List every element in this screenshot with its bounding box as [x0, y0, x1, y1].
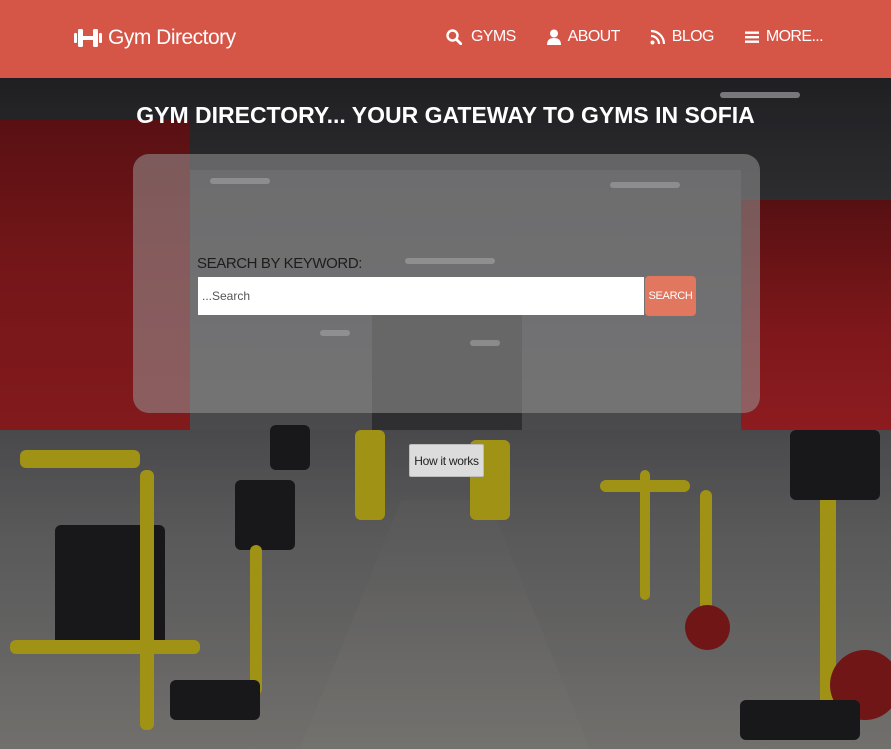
nav-item-label: GYMS	[470, 28, 516, 45]
nav-item-gyms[interactable]: GYMS	[446, 28, 516, 46]
search-panel: SEARCH BY KEYWORD: SEARCH	[133, 154, 760, 413]
nav-item-about[interactable]: ABOUT	[546, 28, 620, 46]
bike-frame	[355, 430, 385, 520]
bike-frame	[700, 490, 712, 640]
dumbbell-icon	[74, 28, 102, 48]
bike-flywheel	[830, 650, 891, 720]
site-header: Gym Directory GYMS ABOUT BLOG MORE...	[0, 0, 891, 78]
background-floor	[0, 430, 891, 749]
background-aisle	[300, 500, 590, 749]
bike-seat	[270, 425, 310, 470]
search-icon	[446, 29, 463, 46]
menu-icon	[744, 29, 760, 45]
bike-frame	[250, 545, 262, 695]
bike-frame	[20, 450, 140, 468]
ceiling-light	[720, 92, 800, 98]
bike-seat	[55, 525, 165, 645]
bike-frame	[820, 490, 836, 720]
nav-item-label: BLOG	[671, 28, 715, 45]
search-button[interactable]: SEARCH	[645, 276, 696, 316]
bike-seat	[790, 430, 880, 500]
nav-item-label: MORE...	[765, 28, 824, 45]
bike-seat	[235, 480, 295, 550]
bike-seat	[740, 700, 860, 740]
bike-frame	[600, 480, 690, 492]
search-label: SEARCH BY KEYWORD:	[197, 255, 363, 272]
main-nav: GYMS ABOUT BLOG MORE...	[416, 28, 824, 46]
bike-frame	[640, 470, 650, 600]
search-input[interactable]	[198, 277, 644, 315]
nav-item-label: ABOUT	[567, 28, 621, 45]
bike-flywheel	[685, 605, 730, 650]
bike-frame	[140, 470, 154, 730]
nav-item-more[interactable]: MORE...	[744, 28, 824, 46]
how-it-works-button[interactable]: How it works	[409, 444, 484, 477]
page-title: GYM DIRECTORY... YOUR GATEWAY TO GYMS IN…	[136, 102, 755, 128]
bike-frame	[10, 640, 200, 654]
nav-item-blog[interactable]: BLOG	[650, 28, 714, 46]
background-right-wall	[741, 200, 891, 460]
bike-seat	[170, 680, 260, 720]
user-icon	[546, 29, 562, 45]
brand-name: Gym Directory	[108, 26, 236, 49]
brand-logo[interactable]: Gym Directory	[74, 26, 236, 50]
rss-icon	[650, 29, 666, 45]
